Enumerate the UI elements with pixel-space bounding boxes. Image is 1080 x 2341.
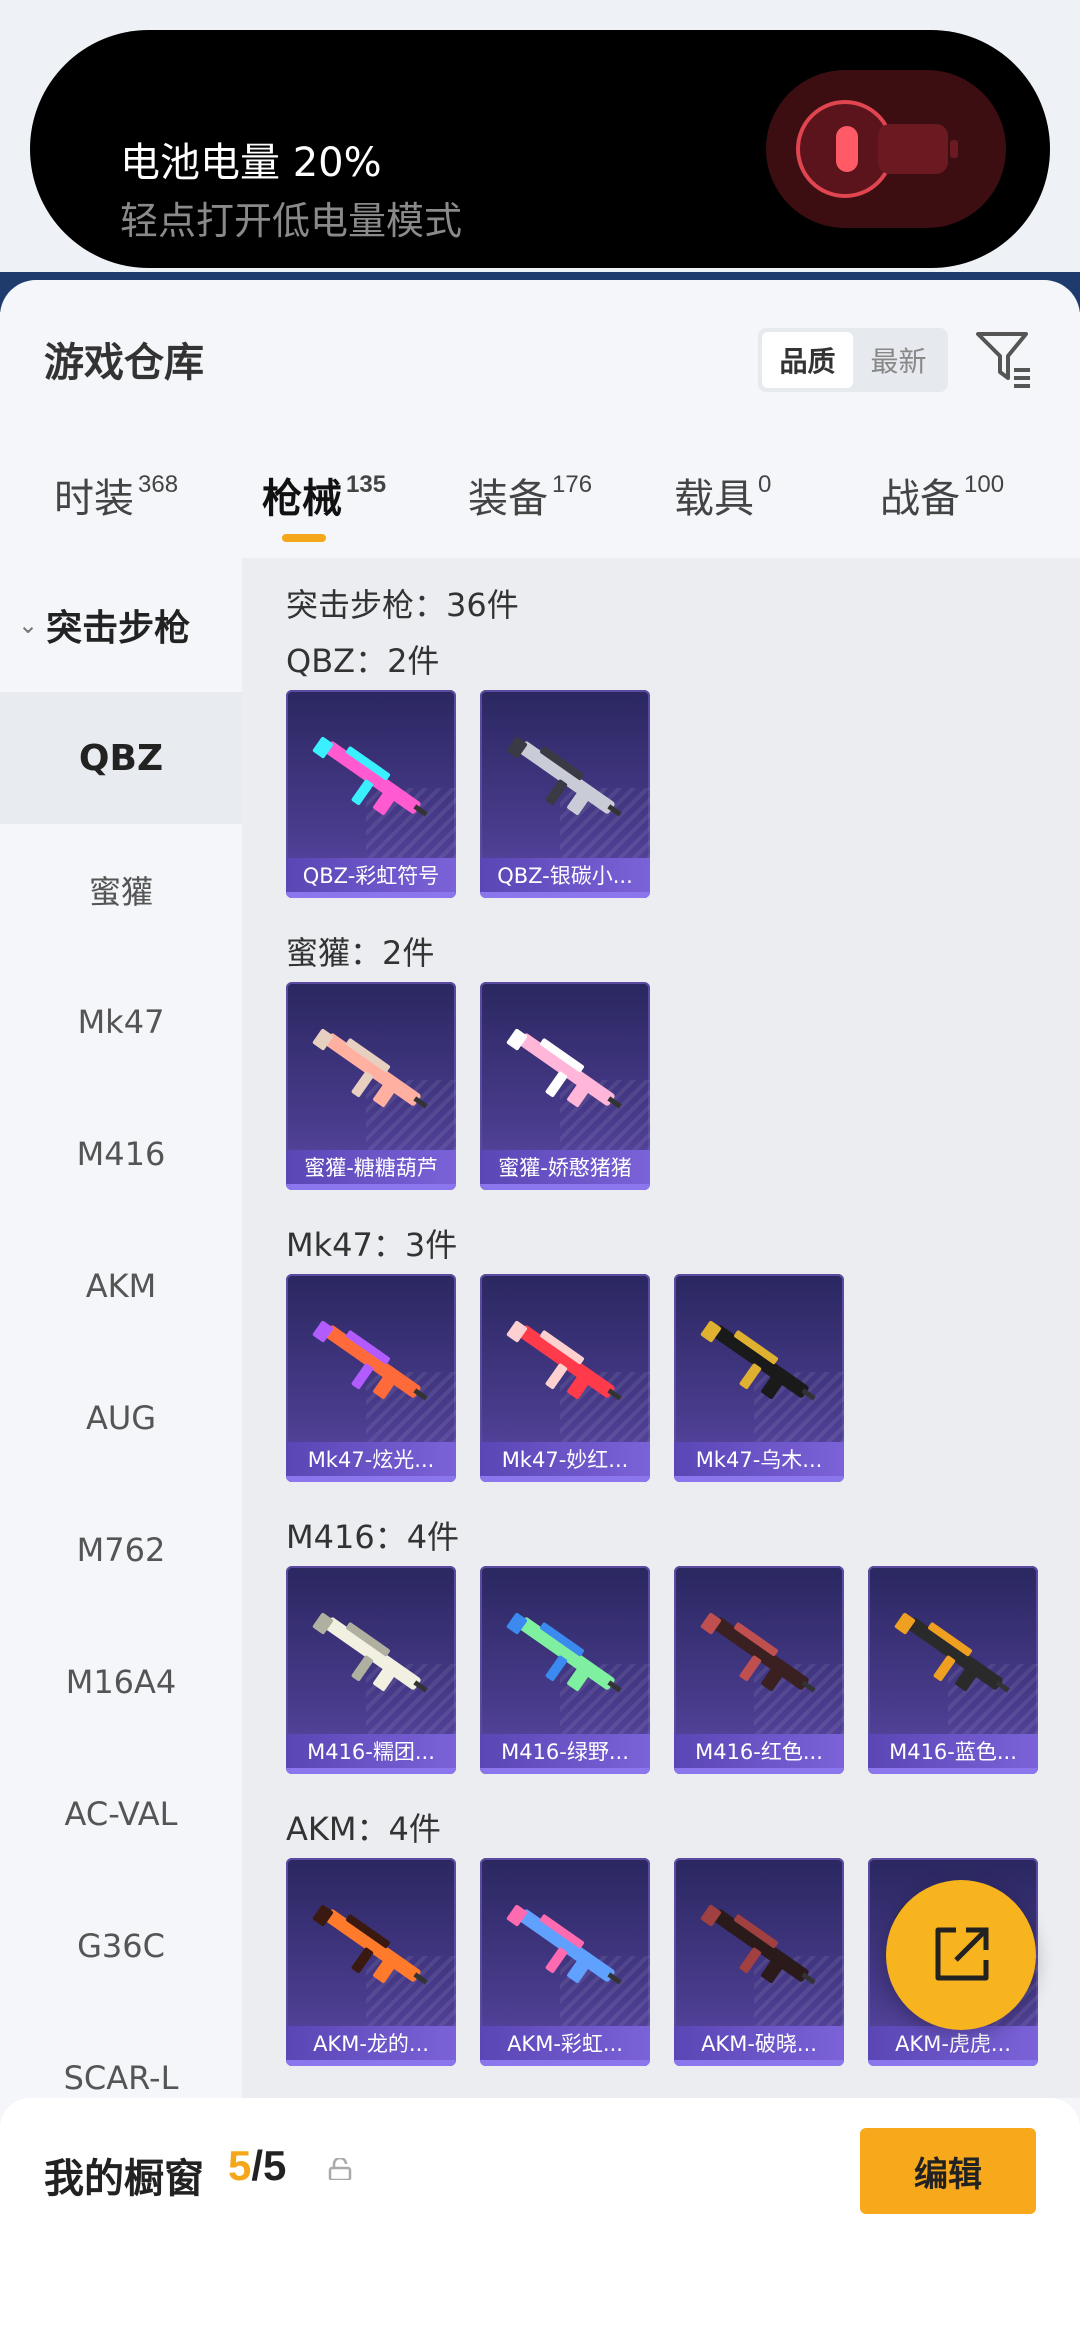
gun-skin-image <box>700 1320 816 1401</box>
gun-skin-image <box>506 736 622 817</box>
tab-guns[interactable]: 枪械 135 <box>262 466 386 524</box>
item-card[interactable]: M416-蓝色... <box>868 1566 1038 1774</box>
sidebar-item-ac-val[interactable]: AC-VAL <box>0 1748 242 1880</box>
item-card[interactable]: M416-红色... <box>674 1566 844 1774</box>
sidebar-item-aug[interactable]: AUG <box>0 1352 242 1484</box>
sidebar-item-akm[interactable]: AKM <box>0 1220 242 1352</box>
gun-skin-image <box>700 1904 816 1985</box>
battery-low-icon <box>766 70 1006 228</box>
group-title: Mk47：3件 <box>286 1226 458 1264</box>
sort-option-quality[interactable]: 品质 <box>762 332 853 388</box>
tab-equipment[interactable]: 装备 176 <box>468 466 592 524</box>
sidebar-item-m762[interactable]: M762 <box>0 1484 242 1616</box>
item-card[interactable]: Mk47-乌木... <box>674 1274 844 1482</box>
item-card-label: 蜜獾-糖糖葫芦 <box>286 1150 456 1184</box>
item-card-label: Mk47-妙红... <box>480 1442 650 1476</box>
lock-icon <box>328 2158 352 2180</box>
gun-skin-image <box>506 1904 622 1985</box>
gun-skin-image <box>506 1028 622 1109</box>
showcase-bar: 我的橱窗 5/5 编辑 <box>0 2098 1080 2341</box>
category-summary: 突击步枪：36件 <box>286 586 519 624</box>
gun-skin-image <box>700 1612 816 1693</box>
sort-toggle[interactable]: 品质 最新 <box>758 328 948 392</box>
item-card-label: AKM-龙的... <box>286 2026 456 2060</box>
notification-subtitle: 轻点打开低电量模式 <box>120 199 463 243</box>
item-card[interactable]: Mk47-妙红... <box>480 1274 650 1482</box>
showcase-count: 5/5 <box>228 2142 287 2189</box>
gun-skin-image <box>506 1612 622 1693</box>
group-title: AKM：4件 <box>286 1810 441 1848</box>
group-title: QBZ：2件 <box>286 642 440 680</box>
sidebar-item-m16a4[interactable]: M16A4 <box>0 1616 242 1748</box>
sidebar-category-assault-rifle[interactable]: ⌄ 突击步枪 <box>0 558 242 692</box>
sidebar-item-m416[interactable]: M416 <box>0 1088 242 1220</box>
item-card[interactable]: 蜜獾-娇憨猪猪 <box>480 982 650 1190</box>
item-card[interactable]: M416-糯团... <box>286 1566 456 1774</box>
sidebar-item-qbz[interactable]: QBZ <box>0 692 242 824</box>
active-tab-indicator <box>282 534 326 542</box>
item-card[interactable]: 蜜獾-糖糖葫芦 <box>286 982 456 1190</box>
item-card-label: M416-绿野... <box>480 1734 650 1768</box>
notification-title: 电池电量 20% <box>120 140 382 186</box>
sidebar-item-g36c[interactable]: G36C <box>0 1880 242 2012</box>
share-button[interactable] <box>886 1880 1036 2030</box>
item-card-label: Mk47-炫光... <box>286 1442 456 1476</box>
item-card[interactable]: AKM-彩虹... <box>480 1858 650 2066</box>
filter-icon[interactable] <box>972 326 1036 390</box>
showcase-label: 我的橱窗 <box>44 2156 204 2202</box>
gun-skin-image <box>312 1028 428 1109</box>
gun-skin-image <box>312 1904 428 1985</box>
item-card-label: QBZ-银碳小... <box>480 858 650 892</box>
gun-skin-image <box>312 736 428 817</box>
item-card[interactable]: QBZ-彩虹符号 <box>286 690 456 898</box>
item-card-label: QBZ-彩虹符号 <box>286 858 456 892</box>
item-card[interactable]: AKM-破晓... <box>674 1858 844 2066</box>
tab-fashion[interactable]: 时装 368 <box>54 466 178 524</box>
gun-skin-image <box>506 1320 622 1401</box>
sidebar: ⌄ 突击步枪 QBZ 蜜獾 Mk47 M416 AKM AUG M762 M16… <box>0 558 242 2098</box>
item-card-label: AKM-虎虎... <box>868 2026 1038 2060</box>
item-card[interactable]: QBZ-银碳小... <box>480 690 650 898</box>
group-title: M416：4件 <box>286 1518 460 1556</box>
group-title: 蜜獾：2件 <box>286 934 435 972</box>
sidebar-category-label: 突击步枪 <box>46 608 191 649</box>
sort-option-latest[interactable]: 最新 <box>853 332 944 388</box>
gun-skin-image <box>312 1320 428 1401</box>
page-title: 游戏仓库 <box>44 340 204 386</box>
tab-vehicles[interactable]: 载具 0 <box>674 466 771 524</box>
item-card-label: M416-蓝色... <box>868 1734 1038 1768</box>
category-tabs: 时装 368 枪械 135 装备 176 载具 0 战备 100 <box>0 456 1080 556</box>
gun-skin-image <box>894 1612 1010 1693</box>
sidebar-item-honey-badger[interactable]: 蜜獾 <box>0 824 242 956</box>
item-card[interactable]: Mk47-炫光... <box>286 1274 456 1482</box>
item-card-label: Mk47-乌木... <box>674 1442 844 1476</box>
item-card-label: 蜜獾-娇憨猪猪 <box>480 1150 650 1184</box>
item-card-label: AKM-彩虹... <box>480 2026 650 2060</box>
edit-button[interactable]: 编辑 <box>860 2128 1036 2214</box>
item-card-label: AKM-破晓... <box>674 2026 844 2060</box>
item-card[interactable]: M416-绿野... <box>480 1566 650 1774</box>
gun-skin-image <box>312 1612 428 1693</box>
chevron-down-icon: ⌄ <box>18 611 39 639</box>
item-card-label: M416-红色... <box>674 1734 844 1768</box>
sidebar-item-mk47[interactable]: Mk47 <box>0 956 242 1088</box>
battery-notification[interactable]: 电池电量 20% 轻点打开低电量模式 <box>30 30 1050 268</box>
share-external-icon <box>935 1927 989 1981</box>
item-card[interactable]: AKM-龙的... <box>286 1858 456 2066</box>
item-card-label: M416-糯团... <box>286 1734 456 1768</box>
item-grid: 突击步枪：36件 QBZ：2件 QBZ-彩虹符号 QBZ-银碳小... 蜜獾：2件蜜獾… <box>242 558 1080 2098</box>
tab-combat-gear[interactable]: 战备 100 <box>880 466 1004 524</box>
